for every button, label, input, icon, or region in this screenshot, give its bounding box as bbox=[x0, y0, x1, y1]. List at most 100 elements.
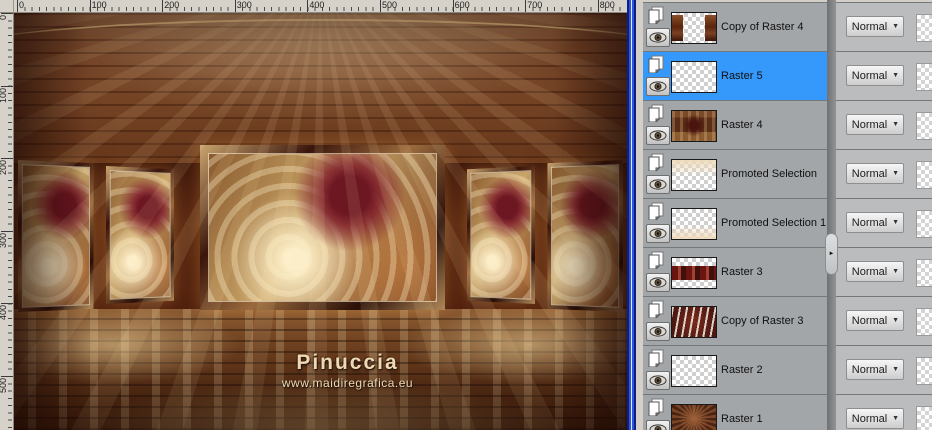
layer-thumbnail[interactable] bbox=[671, 159, 717, 191]
visibility-toggle-button[interactable] bbox=[646, 28, 670, 47]
visibility-toggle-button[interactable] bbox=[646, 224, 670, 243]
layer-row-left[interactable]: Promoted Selection bbox=[643, 150, 827, 198]
visibility-toggle-button[interactable] bbox=[646, 273, 670, 292]
layer-row[interactable]: Copy of Raster 3 Normal ▼ bbox=[643, 296, 932, 345]
layer-link-swatch[interactable] bbox=[916, 259, 932, 287]
layer-row[interactable]: Raster 1 Normal ▼ bbox=[643, 394, 932, 430]
layer-name: Raster 5 bbox=[721, 70, 763, 82]
ruler-major-tick: 500 bbox=[380, 0, 381, 12]
blend-mode-label: Normal bbox=[847, 168, 892, 180]
ruler-major-tick: 100 bbox=[90, 0, 91, 12]
blend-mode-label: Normal bbox=[847, 119, 892, 131]
artwork-center-frame bbox=[200, 145, 445, 310]
layer-row-left[interactable]: Raster 1 bbox=[643, 395, 827, 430]
layer-thumbnail[interactable] bbox=[671, 110, 717, 142]
visibility-toggle-button[interactable] bbox=[646, 77, 670, 96]
visibility-toggle-button[interactable] bbox=[646, 371, 670, 390]
layer-row-left[interactable]: Raster 5 bbox=[643, 52, 827, 100]
raster-layer-icon bbox=[647, 398, 665, 416]
layer-row[interactable]: Raster 5 Normal ▼ bbox=[643, 51, 932, 100]
dropdown-arrow-icon: ▼ bbox=[892, 121, 903, 128]
layer-name: Raster 2 bbox=[721, 364, 763, 376]
layer-thumbnail[interactable] bbox=[671, 208, 717, 240]
layer-row[interactable]: Promoted Selection Normal ▼ bbox=[643, 149, 932, 198]
blend-mode-dropdown[interactable]: Normal ▼ bbox=[846, 65, 904, 86]
visibility-toggle-button[interactable] bbox=[646, 126, 670, 145]
layer-row-right: Normal ▼ bbox=[827, 101, 932, 149]
blend-mode-dropdown[interactable]: Normal ▼ bbox=[846, 261, 904, 282]
ruler-label: 300 bbox=[237, 0, 252, 10]
ruler-label: 200 bbox=[0, 160, 8, 175]
layer-link-swatch[interactable] bbox=[916, 161, 932, 189]
layer-row[interactable]: Promoted Selection 1 Normal ▼ bbox=[643, 198, 932, 247]
blend-mode-dropdown[interactable]: Normal ▼ bbox=[846, 359, 904, 380]
ruler-label: 800 bbox=[600, 0, 615, 10]
ruler-label: 100 bbox=[0, 88, 8, 103]
blend-mode-dropdown[interactable]: Normal ▼ bbox=[846, 310, 904, 331]
fractal-art bbox=[23, 165, 89, 307]
layer-link-swatch[interactable] bbox=[916, 357, 932, 385]
raster-layer-icon bbox=[647, 300, 665, 318]
layer-link-swatch[interactable] bbox=[916, 406, 932, 430]
artwork-right-frame-inner bbox=[467, 166, 535, 304]
splitter-collapse-handle[interactable]: ► bbox=[825, 233, 838, 275]
layer-row[interactable]: Raster 4 Normal ▼ bbox=[643, 100, 932, 149]
ruler-major-tick: 300 bbox=[1, 231, 13, 232]
fractal-art bbox=[552, 165, 618, 307]
layer-thumbnail[interactable] bbox=[671, 404, 717, 430]
eye-icon bbox=[649, 424, 667, 430]
layer-link-swatch[interactable] bbox=[916, 14, 932, 42]
layer-thumbnail[interactable] bbox=[671, 306, 717, 338]
layer-link-swatch[interactable] bbox=[916, 63, 932, 91]
layer-row-left[interactable]: Raster 3 bbox=[643, 248, 827, 296]
artwork-right-frame-outer bbox=[547, 160, 623, 312]
artist-website: www.maidiregrafica.eu bbox=[282, 376, 413, 390]
layer-row-left[interactable]: Raster 4 bbox=[643, 101, 827, 149]
artwork-credit: Pinuccia www.maidiregrafica.eu bbox=[282, 351, 413, 390]
blend-mode-dropdown[interactable]: Normal ▼ bbox=[846, 163, 904, 184]
layer-row-right: Normal ▼ bbox=[827, 297, 932, 345]
layer-row[interactable]: Raster 3 Normal ▼ bbox=[643, 247, 932, 296]
eye-icon bbox=[649, 326, 667, 337]
ruler-label: 0 bbox=[19, 0, 24, 10]
visibility-toggle-button[interactable] bbox=[646, 322, 670, 341]
dropdown-arrow-icon: ▼ bbox=[892, 219, 903, 226]
blend-mode-dropdown[interactable]: Normal ▼ bbox=[846, 408, 904, 429]
ruler-major-tick: 300 bbox=[235, 0, 236, 12]
image-canvas[interactable]: Pinuccia www.maidiregrafica.eu bbox=[14, 13, 627, 430]
blend-mode-dropdown[interactable]: Normal ▼ bbox=[846, 212, 904, 233]
layer-row-right: Normal ▼ bbox=[827, 248, 932, 296]
ruler-label: 400 bbox=[0, 305, 8, 320]
layer-thumbnail[interactable] bbox=[671, 257, 717, 289]
ruler-major-tick: 0 bbox=[17, 0, 18, 12]
layer-name: Copy of Raster 3 bbox=[721, 315, 804, 327]
horizontal-ruler: 0100200300400500600700800 bbox=[14, 0, 627, 13]
layer-row-left[interactable]: Copy of Raster 3 bbox=[643, 297, 827, 345]
raster-layer-icon bbox=[647, 202, 665, 220]
fractal-art bbox=[209, 154, 436, 301]
visibility-toggle-button[interactable] bbox=[646, 175, 670, 194]
ruler-label: 100 bbox=[92, 0, 107, 10]
layer-name: Promoted Selection 1 bbox=[721, 217, 826, 229]
layer-thumbnail[interactable] bbox=[671, 355, 717, 387]
raster-layer-icon bbox=[647, 349, 665, 367]
layer-row[interactable]: Copy of Raster 4 Normal ▼ bbox=[643, 2, 932, 51]
layer-row[interactable]: Raster 2 Normal ▼ bbox=[643, 345, 932, 394]
blend-mode-dropdown[interactable]: Normal ▼ bbox=[846, 114, 904, 135]
layer-link-swatch[interactable] bbox=[916, 112, 932, 140]
layer-name: Raster 4 bbox=[721, 119, 763, 131]
layer-thumbnail[interactable] bbox=[671, 12, 717, 44]
visibility-toggle-button[interactable] bbox=[646, 420, 670, 430]
layer-link-swatch[interactable] bbox=[916, 210, 932, 238]
layer-row-left[interactable]: Raster 2 bbox=[643, 346, 827, 394]
palette-splitter[interactable]: ► bbox=[827, 0, 836, 430]
blend-mode-label: Normal bbox=[847, 70, 892, 82]
artist-name: Pinuccia bbox=[282, 351, 413, 375]
layer-thumbnail[interactable] bbox=[671, 61, 717, 93]
layer-link-swatch[interactable] bbox=[916, 308, 932, 336]
ruler-major-tick: 200 bbox=[1, 158, 13, 159]
fractal-art bbox=[111, 171, 170, 299]
layer-row-left[interactable]: Copy of Raster 4 bbox=[643, 3, 827, 51]
blend-mode-dropdown[interactable]: Normal ▼ bbox=[846, 16, 904, 37]
layer-row-left[interactable]: Promoted Selection 1 bbox=[643, 199, 827, 247]
